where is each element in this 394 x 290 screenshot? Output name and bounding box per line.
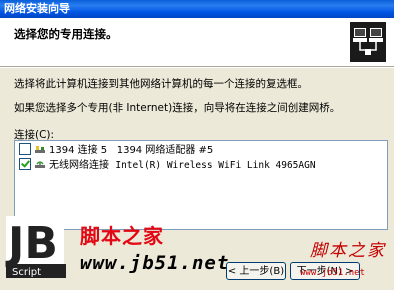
connection-device: 1394 网络适配器 #5	[116, 145, 214, 156]
connection-checkbox-checked[interactable]	[19, 158, 31, 170]
instruction-text-2: 如果您选择多个专用(非 Internet)连接，向导将在连接之间创建网桥。	[14, 102, 341, 114]
jb-logo-icon: JB Script	[5, 216, 66, 278]
connection-name: 1394 连接 5	[49, 145, 108, 156]
network-adapter-icon	[35, 146, 45, 153]
wizard-header: 选择您的专用连接。	[0, 18, 394, 67]
header-divider	[0, 67, 394, 68]
watermark-brand-2: 脚本之家	[310, 241, 386, 261]
watermark-url-2: www.jb51.net	[300, 268, 366, 278]
connection-checkbox[interactable]	[19, 143, 31, 155]
watermark-url: www.jb51.net	[80, 252, 230, 274]
logo-script: Script	[12, 267, 41, 278]
window-title: 网络安装向导	[4, 2, 70, 15]
back-button[interactable]: < 上一步(B)	[226, 262, 286, 280]
wireless-adapter-icon	[35, 161, 45, 168]
connection-device: Intel(R) Wireless WiFi Link 4965AGN	[115, 160, 316, 171]
connection-name: 无线网络连接	[49, 160, 109, 171]
watermark-brand: 脚本之家	[80, 224, 164, 248]
list-item[interactable]: 1394 连接 5 1394 网络适配器 #5	[19, 143, 213, 158]
window-titlebar: 网络安装向导	[0, 0, 394, 18]
instruction-text-1: 选择将此计算机连接到其他网络计算机的每一个连接的复选框。	[14, 78, 308, 90]
page-title: 选择您的专用连接。	[14, 27, 118, 41]
list-item[interactable]: 无线网络连接 Intel(R) Wireless WiFi Link 4965A…	[19, 158, 316, 173]
network-wizard-icon	[350, 22, 386, 62]
jb-logo: JB Script	[0, 212, 80, 286]
logo-letters: JB	[5, 218, 58, 269]
